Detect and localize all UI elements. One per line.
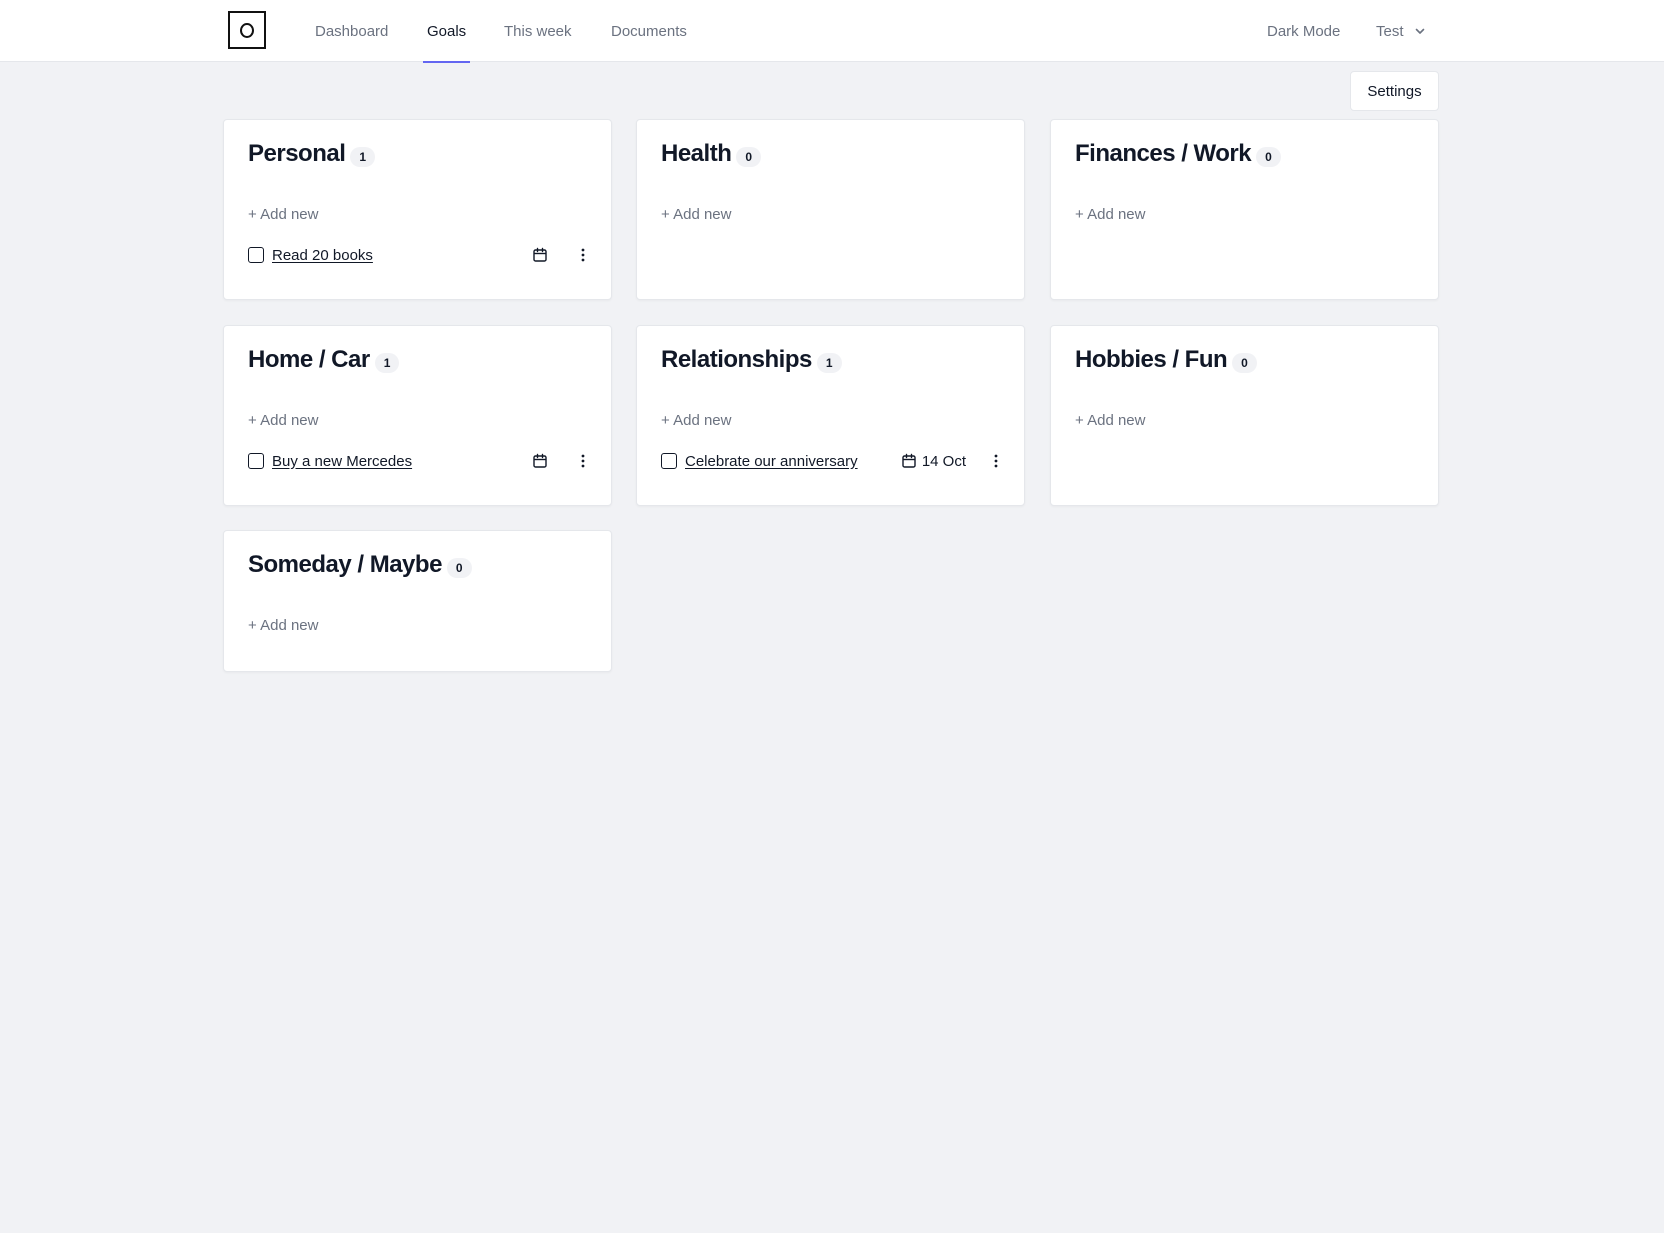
card-header: Health 0 <box>661 140 762 168</box>
settings-button[interactable]: Settings <box>1350 71 1439 111</box>
goal-checkbox[interactable] <box>248 453 264 469</box>
goal-item: Celebrate our anniversary 14 Oct <box>661 451 1004 471</box>
add-new-link[interactable]: + Add new <box>1075 412 1145 429</box>
add-new-link[interactable]: + Add new <box>248 412 318 429</box>
goal-actions <box>532 247 591 263</box>
goal-date-picker[interactable] <box>532 247 553 263</box>
card-header: Hobbies / Fun 0 <box>1075 346 1257 374</box>
add-new-link[interactable]: + Add new <box>248 617 318 634</box>
more-vertical-icon[interactable] <box>988 453 1004 469</box>
goal-checkbox[interactable] <box>661 453 677 469</box>
app-logo[interactable] <box>228 11 266 49</box>
card-title: Relationships <box>661 346 812 373</box>
card-title: Home / Car <box>248 346 370 373</box>
goal-date: 14 Oct <box>921 452 966 470</box>
card-header: Relationships 1 <box>661 346 842 374</box>
goal-date-picker[interactable]: 14 Oct <box>901 453 966 470</box>
add-new-link[interactable]: + Add new <box>1075 206 1145 223</box>
calendar-icon <box>532 453 548 469</box>
tab-this-week[interactable]: This week <box>504 0 572 62</box>
goal-checkbox[interactable] <box>248 247 264 263</box>
goal-date-picker[interactable] <box>532 453 553 469</box>
count-badge: 0 <box>1232 353 1257 373</box>
card-title: Finances / Work <box>1075 140 1252 167</box>
add-new-link[interactable]: + Add new <box>248 206 318 223</box>
category-card-finances-work: Finances / Work 0 + Add new <box>1050 119 1439 300</box>
tab-goals[interactable]: Goals <box>422 0 471 63</box>
calendar-icon <box>901 453 917 469</box>
goal-actions: 14 Oct <box>901 453 1004 470</box>
card-header: Finances / Work 0 <box>1075 140 1281 168</box>
chevron-down-icon <box>1414 25 1426 37</box>
count-badge: 1 <box>350 147 376 167</box>
card-title: Health <box>661 140 732 167</box>
calendar-icon <box>532 247 548 263</box>
dark-mode-toggle[interactable]: Dark Mode <box>1267 0 1340 62</box>
more-vertical-icon[interactable] <box>575 453 591 469</box>
card-title: Personal <box>248 140 346 167</box>
count-badge: 0 <box>1256 147 1281 167</box>
count-badge: 0 <box>736 147 762 167</box>
goal-label[interactable]: Celebrate our anniversary <box>685 453 858 470</box>
goal-label[interactable]: Read 20 books <box>272 247 373 264</box>
tab-dashboard[interactable]: Dashboard <box>315 0 388 62</box>
category-card-health: Health 0 + Add new <box>636 119 1025 300</box>
tab-this-week-label: This week <box>504 22 572 40</box>
category-card-relationships: Relationships 1 + Add new Celebrate our … <box>636 325 1025 506</box>
card-title: Someday / Maybe <box>248 551 442 578</box>
tab-documents-label: Documents <box>611 22 687 40</box>
user-name: Test <box>1376 22 1404 40</box>
category-card-home-car: Home / Car 1 + Add new Buy a new Mercede… <box>223 325 612 506</box>
logo-letter-o <box>240 22 254 38</box>
card-header: Someday / Maybe 0 <box>248 551 472 579</box>
category-card-someday-maybe: Someday / Maybe 0 + Add new <box>223 530 612 672</box>
card-header: Personal 1 <box>248 140 376 168</box>
card-header: Home / Car 1 <box>248 346 400 374</box>
add-new-link[interactable]: + Add new <box>661 206 731 223</box>
goal-actions <box>532 453 591 469</box>
tab-dashboard-label: Dashboard <box>315 22 389 40</box>
goal-item: Read 20 books <box>248 245 591 265</box>
tab-goals-label: Goals <box>427 22 467 40</box>
goal-item: Buy a new Mercedes <box>248 451 591 471</box>
count-badge: 1 <box>374 353 400 373</box>
goal-label[interactable]: Buy a new Mercedes <box>272 453 412 470</box>
category-card-hobbies-fun: Hobbies / Fun 0 + Add new <box>1050 325 1439 506</box>
more-vertical-icon[interactable] <box>575 247 591 263</box>
count-badge: 1 <box>816 353 842 373</box>
count-badge: 0 <box>446 558 472 578</box>
top-navigation-bar: Dashboard Goals This week Documents Dark… <box>0 0 1664 63</box>
user-menu[interactable]: Test <box>1376 0 1426 62</box>
card-title: Hobbies / Fun <box>1075 346 1228 373</box>
category-card-personal: Personal 1 + Add new Read 20 books <box>223 119 612 300</box>
tab-documents[interactable]: Documents <box>611 0 687 62</box>
add-new-link[interactable]: + Add new <box>661 412 731 429</box>
dark-mode-label: Dark Mode <box>1267 22 1341 40</box>
